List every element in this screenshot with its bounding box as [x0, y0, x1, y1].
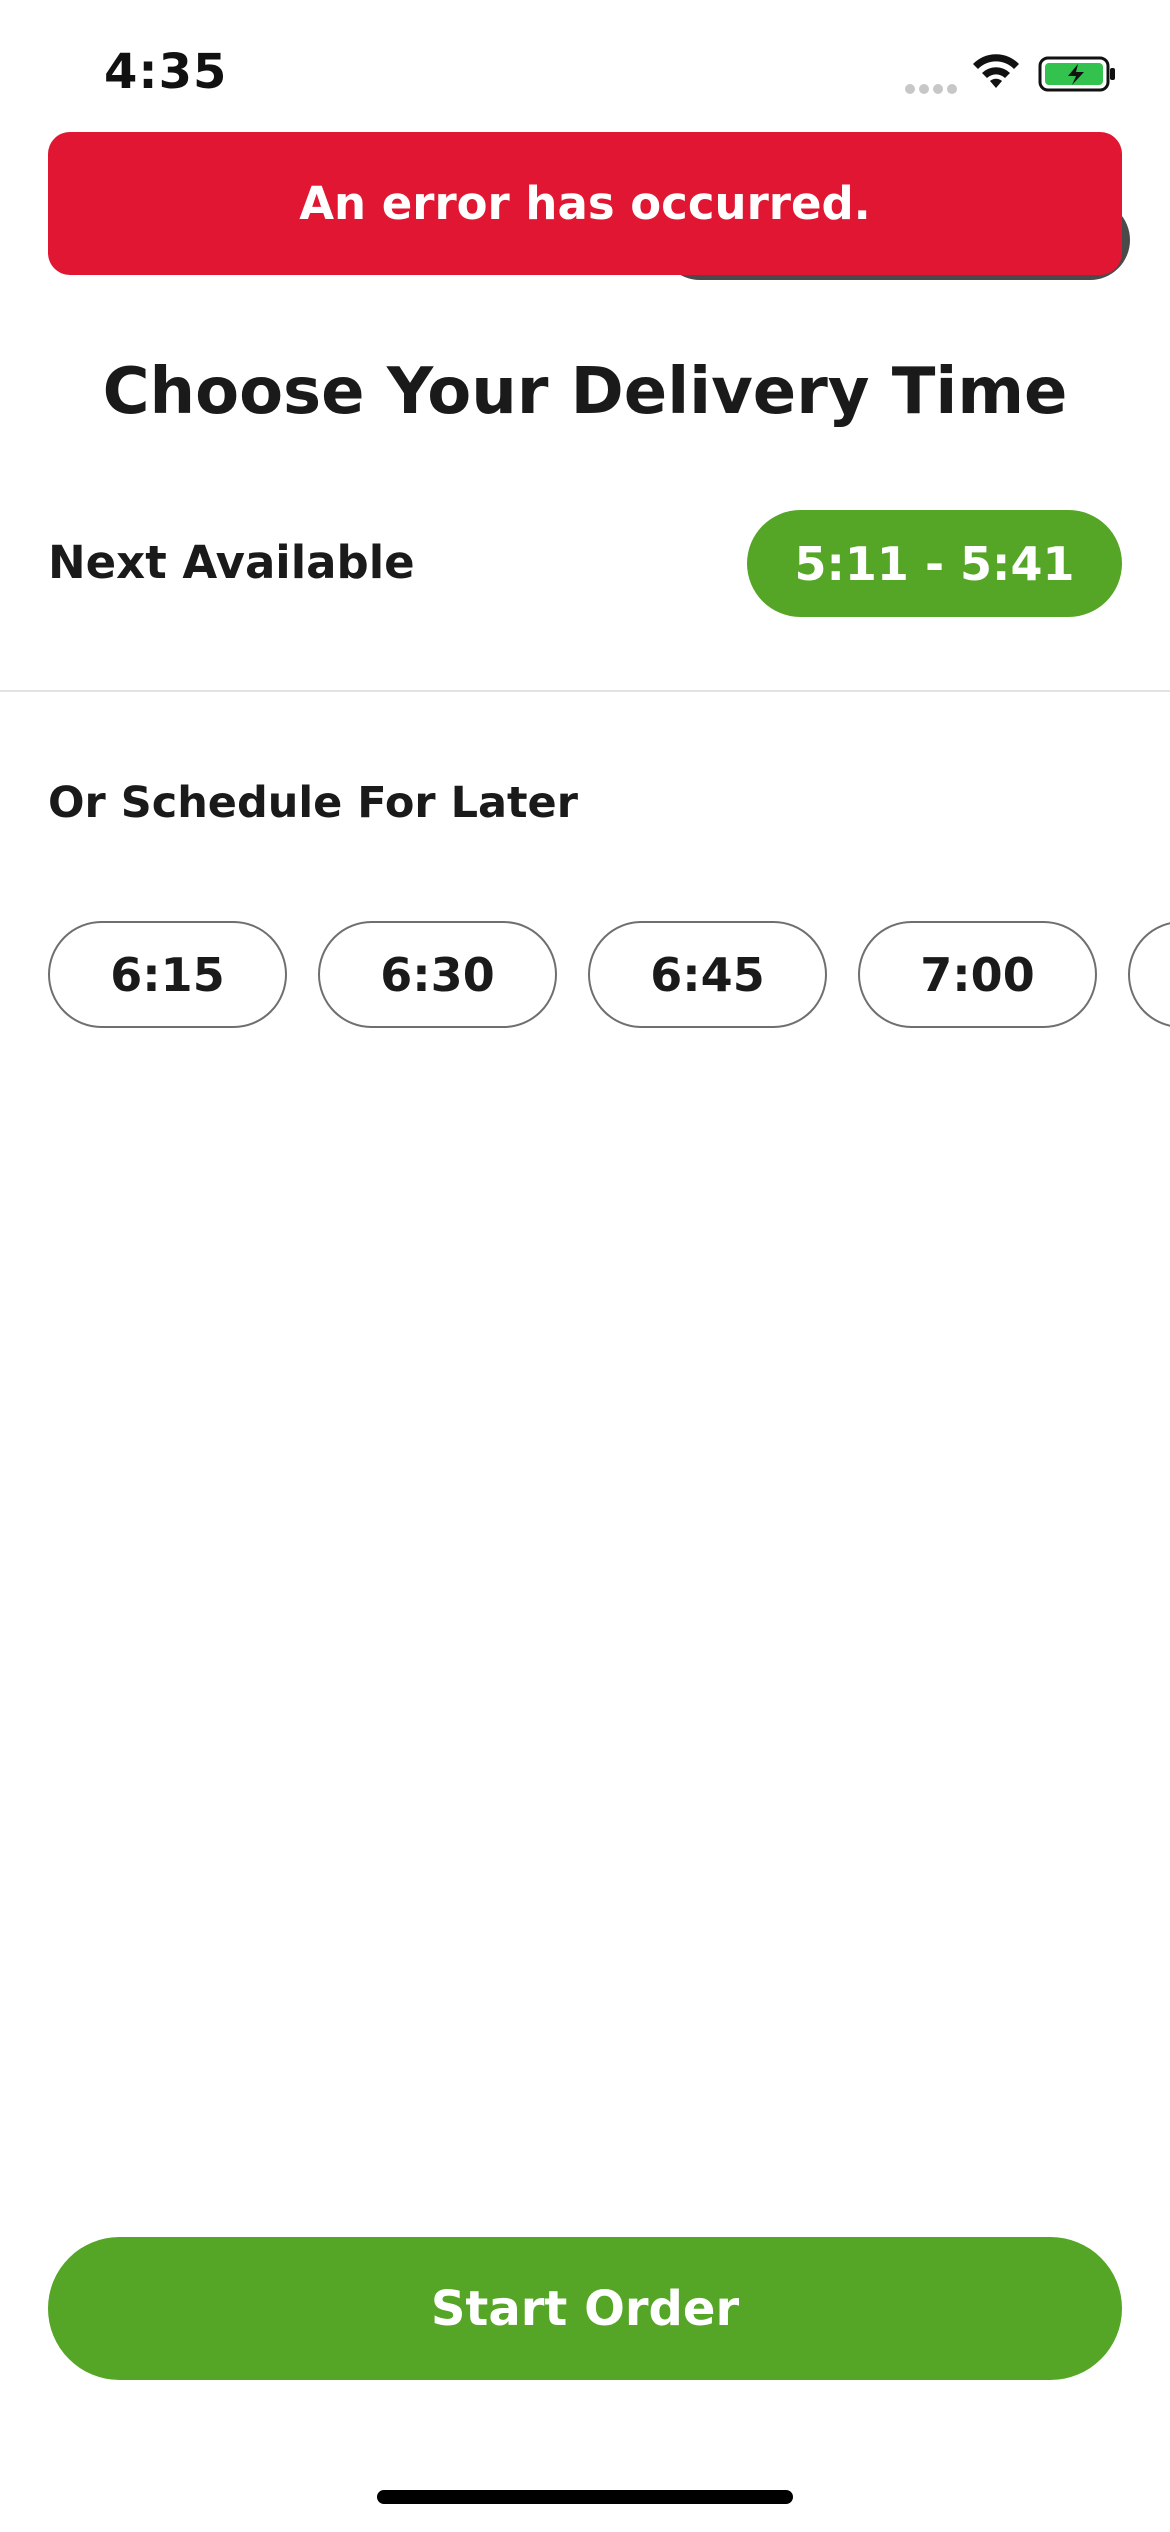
time-slot-button[interactable]: 6:45 [588, 921, 827, 1028]
status-bar: 4:35 [0, 0, 1170, 140]
battery-charging-icon [1038, 56, 1115, 92]
next-available-label: Next Available [48, 536, 415, 589]
signal-dots-icon [905, 79, 961, 94]
home-indicator[interactable] [377, 2490, 793, 2504]
start-order-button[interactable]: Start Order [48, 2237, 1122, 2380]
next-available-time-button[interactable]: 5:11 - 5:41 [747, 510, 1122, 617]
time-slot-button[interactable]: 6:30 [318, 921, 557, 1028]
error-banner[interactable]: An error has occurred. [48, 132, 1122, 275]
schedule-later-label: Or Schedule For Later [48, 778, 578, 828]
time-slot-button-partial[interactable] [1128, 921, 1170, 1028]
wifi-icon [973, 54, 1019, 88]
error-message: An error has occurred. [299, 177, 871, 230]
page-title: Choose Your Delivery Time [102, 355, 1068, 429]
time-slot-list[interactable]: 6:15 6:30 6:45 7:00 [48, 921, 1170, 1028]
time-slot-button[interactable]: 7:00 [858, 921, 1097, 1028]
status-time: 4:35 [104, 44, 228, 100]
section-divider [0, 690, 1170, 692]
time-slot-button[interactable]: 6:15 [48, 921, 287, 1028]
